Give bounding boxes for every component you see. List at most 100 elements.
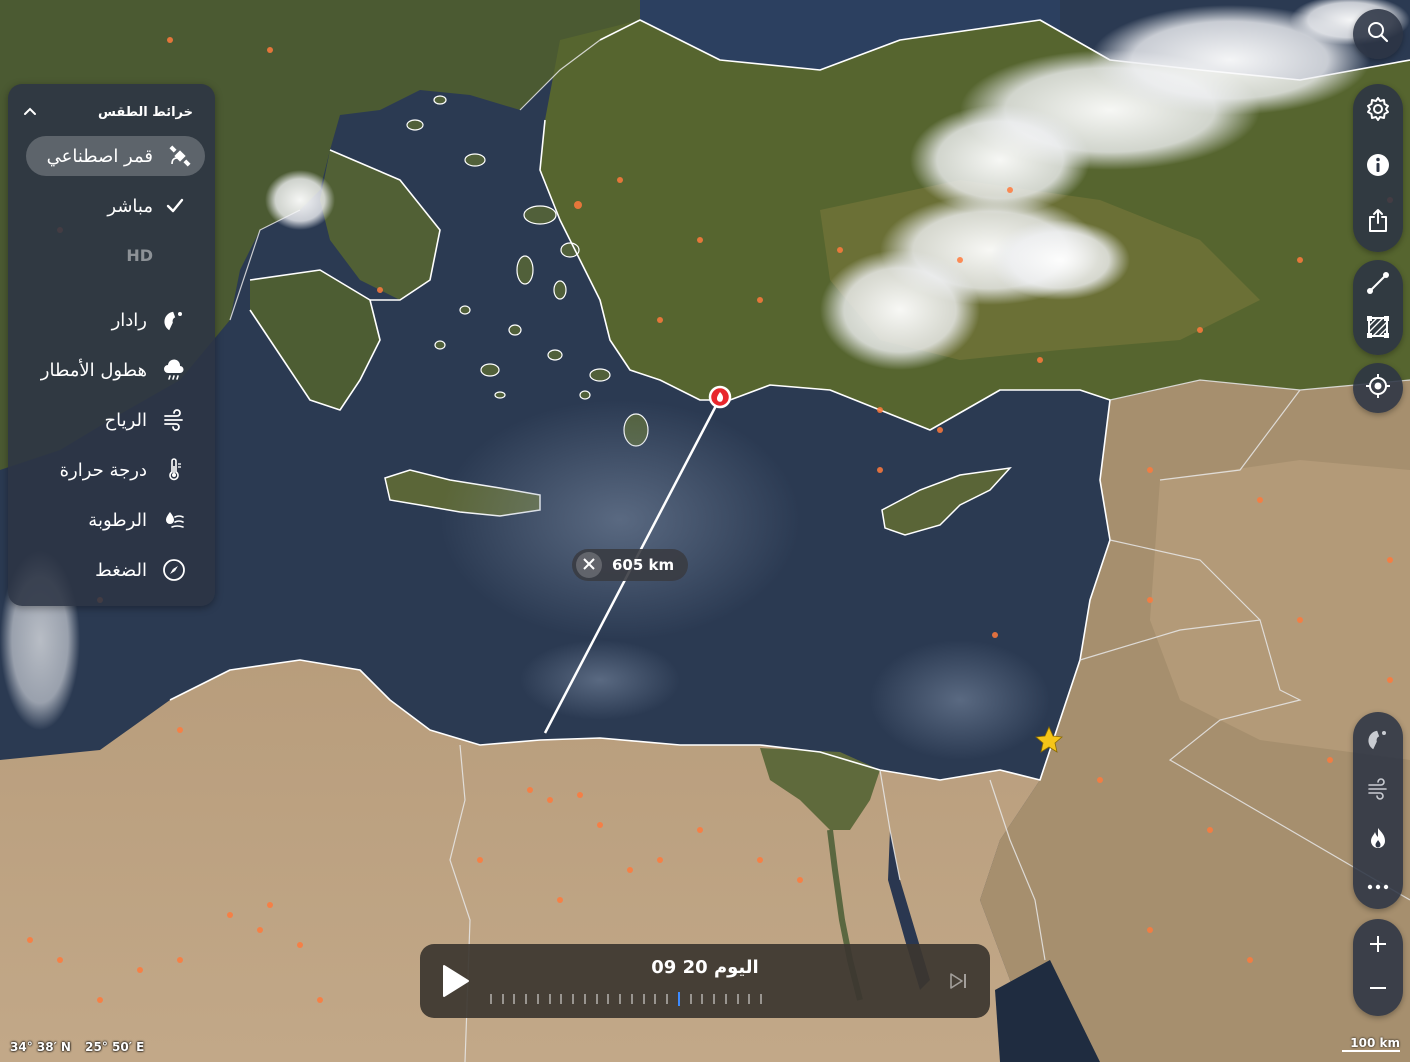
option-label: مباشر (107, 195, 153, 217)
measure-distance-button[interactable] (1353, 262, 1403, 308)
timeline-tick[interactable] (642, 994, 645, 1004)
settings-info-share-group (1353, 84, 1403, 252)
plus-icon (1368, 934, 1388, 958)
option-label: HD (126, 245, 153, 265)
play-icon (440, 965, 470, 1002)
weather-maps-panel: خرائط الطقس قمر اصطناعي مباشر HD رادار ه… (8, 84, 215, 606)
timeline-tick[interactable] (572, 994, 575, 1004)
crosshair-location-icon (1365, 373, 1391, 403)
satellite-hd-option[interactable]: HD (26, 235, 197, 275)
layer-label: درجة حرارة (59, 459, 147, 481)
panel-header: خرائط الطقس (22, 102, 193, 122)
timeline-tick[interactable] (666, 994, 669, 1004)
timeline-tick[interactable] (760, 994, 762, 1004)
radar-icon (161, 307, 187, 333)
rain-cloud-icon (161, 357, 187, 383)
zoom-in-button[interactable] (1353, 923, 1403, 969)
satellite-live-option[interactable]: مباشر (26, 186, 197, 226)
layer-temperature[interactable]: درجة حرارة (26, 450, 197, 490)
humidity-icon (161, 507, 187, 533)
chevron-up-icon[interactable] (22, 104, 38, 120)
skip-to-end-button[interactable] (948, 971, 968, 991)
locate-me-button[interactable] (1353, 363, 1403, 413)
minus-icon (1368, 978, 1388, 1002)
pressure-gauge-icon (161, 557, 187, 583)
measure-area-button[interactable] (1353, 306, 1403, 352)
panel-title: خرائط الطقس (98, 104, 193, 120)
layer-label: الرطوبة (88, 509, 147, 531)
timeline-tick[interactable] (583, 994, 586, 1004)
timeline-tick[interactable] (560, 994, 563, 1004)
layer-humidity[interactable]: الرطوبة (26, 500, 197, 540)
timeline-tick[interactable] (536, 994, 539, 1004)
layer-label: قمر اصطناعي (46, 145, 153, 167)
layer-pressure[interactable]: الضغط (26, 550, 197, 590)
timeline-tick[interactable] (513, 994, 516, 1004)
timeline-tick[interactable] (713, 994, 716, 1004)
timeline-tick[interactable] (724, 994, 727, 1004)
wind-icon (161, 407, 187, 433)
layer-satellite[interactable]: قمر اصطناعي (26, 136, 205, 176)
map-scale-bar: 100 km (1342, 1036, 1400, 1052)
area-select-icon (1365, 314, 1391, 344)
layer-wind[interactable]: الرياح (26, 400, 197, 440)
overlay-layers-group (1353, 712, 1403, 909)
fire-marker-pin[interactable] (708, 385, 732, 409)
wind-overlay-button[interactable] (1353, 768, 1403, 814)
cursor-coordinates: 34° 38′ N 25° 50′ E (10, 1040, 154, 1054)
gear-icon (1365, 96, 1391, 126)
info-icon (1365, 152, 1391, 182)
timeline-time: اليوم 20 09 (651, 957, 759, 978)
satellite-icon (167, 143, 193, 169)
timeline-tick[interactable] (607, 994, 610, 1004)
zoom-controls (1353, 919, 1403, 1016)
timeline-tick[interactable] (619, 994, 622, 1004)
longitude-readout: 25° 50′ E (85, 1040, 145, 1054)
layer-label: الرياح (104, 409, 147, 431)
close-measurement-button[interactable] (576, 552, 602, 578)
fires-overlay-button[interactable] (1353, 818, 1403, 864)
wind-icon (1366, 777, 1390, 805)
timeline-tick[interactable] (689, 994, 692, 1004)
timeline-scrubber[interactable] (490, 992, 910, 1006)
info-button[interactable] (1353, 142, 1403, 192)
share-button[interactable] (1353, 198, 1403, 248)
layer-precipitation[interactable]: هطول الأمطار (26, 350, 197, 390)
radar-overlay-button[interactable] (1353, 718, 1403, 764)
latitude-readout: 34° 38′ N (10, 1040, 71, 1054)
ellipsis-icon (1366, 876, 1390, 895)
timeline-tick[interactable] (654, 994, 657, 1004)
fire-icon (1366, 826, 1390, 856)
checkmark-icon (165, 196, 185, 216)
timeline-tick[interactable] (595, 994, 598, 1004)
timeline-current-tick[interactable] (677, 992, 680, 1006)
timeline-tick[interactable] (748, 994, 751, 1004)
distance-value: 605 km (612, 556, 675, 574)
timeline-tick[interactable] (548, 994, 551, 1004)
settings-button[interactable] (1353, 86, 1403, 136)
timeline-tick[interactable] (701, 994, 704, 1004)
thermometer-icon (161, 457, 187, 483)
radar-icon (1366, 727, 1390, 755)
share-icon (1366, 208, 1390, 238)
timeline-tick[interactable] (630, 994, 633, 1004)
timeline-tick[interactable] (501, 994, 504, 1004)
timeline-player: اليوم 20 09 (420, 944, 990, 1018)
layer-label: رادار (111, 309, 147, 331)
zoom-out-button[interactable] (1353, 967, 1403, 1013)
timeline-tick[interactable] (490, 994, 492, 1004)
layer-radar[interactable]: رادار (26, 300, 197, 340)
timeline-tick[interactable] (525, 994, 528, 1004)
timeline-tick[interactable] (736, 994, 739, 1004)
close-icon (583, 556, 595, 574)
search-button[interactable] (1353, 9, 1403, 59)
weather-map-app: خرائط الطقس قمر اصطناعي مباشر HD رادار ه… (0, 0, 1410, 1062)
skip-forward-icon (948, 973, 968, 995)
layer-label: هطول الأمطار (40, 359, 147, 381)
more-layers-button[interactable] (1353, 862, 1403, 908)
layer-label: الضغط (95, 559, 147, 581)
distance-label: 605 km (572, 549, 688, 581)
scale-label: 100 km (1350, 1036, 1400, 1050)
search-icon (1366, 20, 1390, 48)
ruler-line-icon (1365, 270, 1391, 300)
